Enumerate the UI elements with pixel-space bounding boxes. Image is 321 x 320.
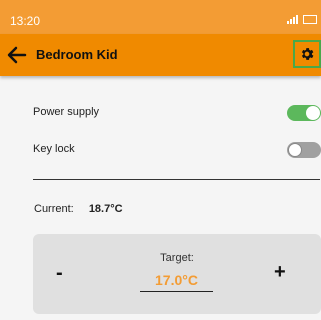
gear-icon [301,48,314,60]
power-supply-row: Power supply [0,101,321,125]
signal-icon [287,15,298,24]
current-value: 18.7°C [88,203,123,215]
target-panel: - Target: 17.0°C + [33,234,321,314]
battery-icon [303,15,317,24]
status-bar: 13:20 [0,0,321,34]
power-supply-label: Power supply [33,106,100,118]
back-arrow-icon[interactable] [6,44,28,66]
status-time: 13:20 [10,14,41,28]
key-lock-label: Key lock [33,143,75,155]
current-temperature: Current: 18.7°C [34,203,123,215]
increase-button[interactable]: + [274,261,286,284]
target-value[interactable]: 17.0°C [140,272,213,292]
power-supply-toggle[interactable] [287,105,321,121]
decrease-button[interactable]: - [56,262,63,285]
current-label: Current: [34,203,74,215]
page-title: Bedroom Kid [36,47,118,62]
key-lock-toggle[interactable] [287,142,321,158]
key-lock-row: Key lock [0,138,321,162]
divider [33,179,320,180]
settings-button[interactable] [293,40,321,68]
app-bar: Bedroom Kid [0,34,321,76]
